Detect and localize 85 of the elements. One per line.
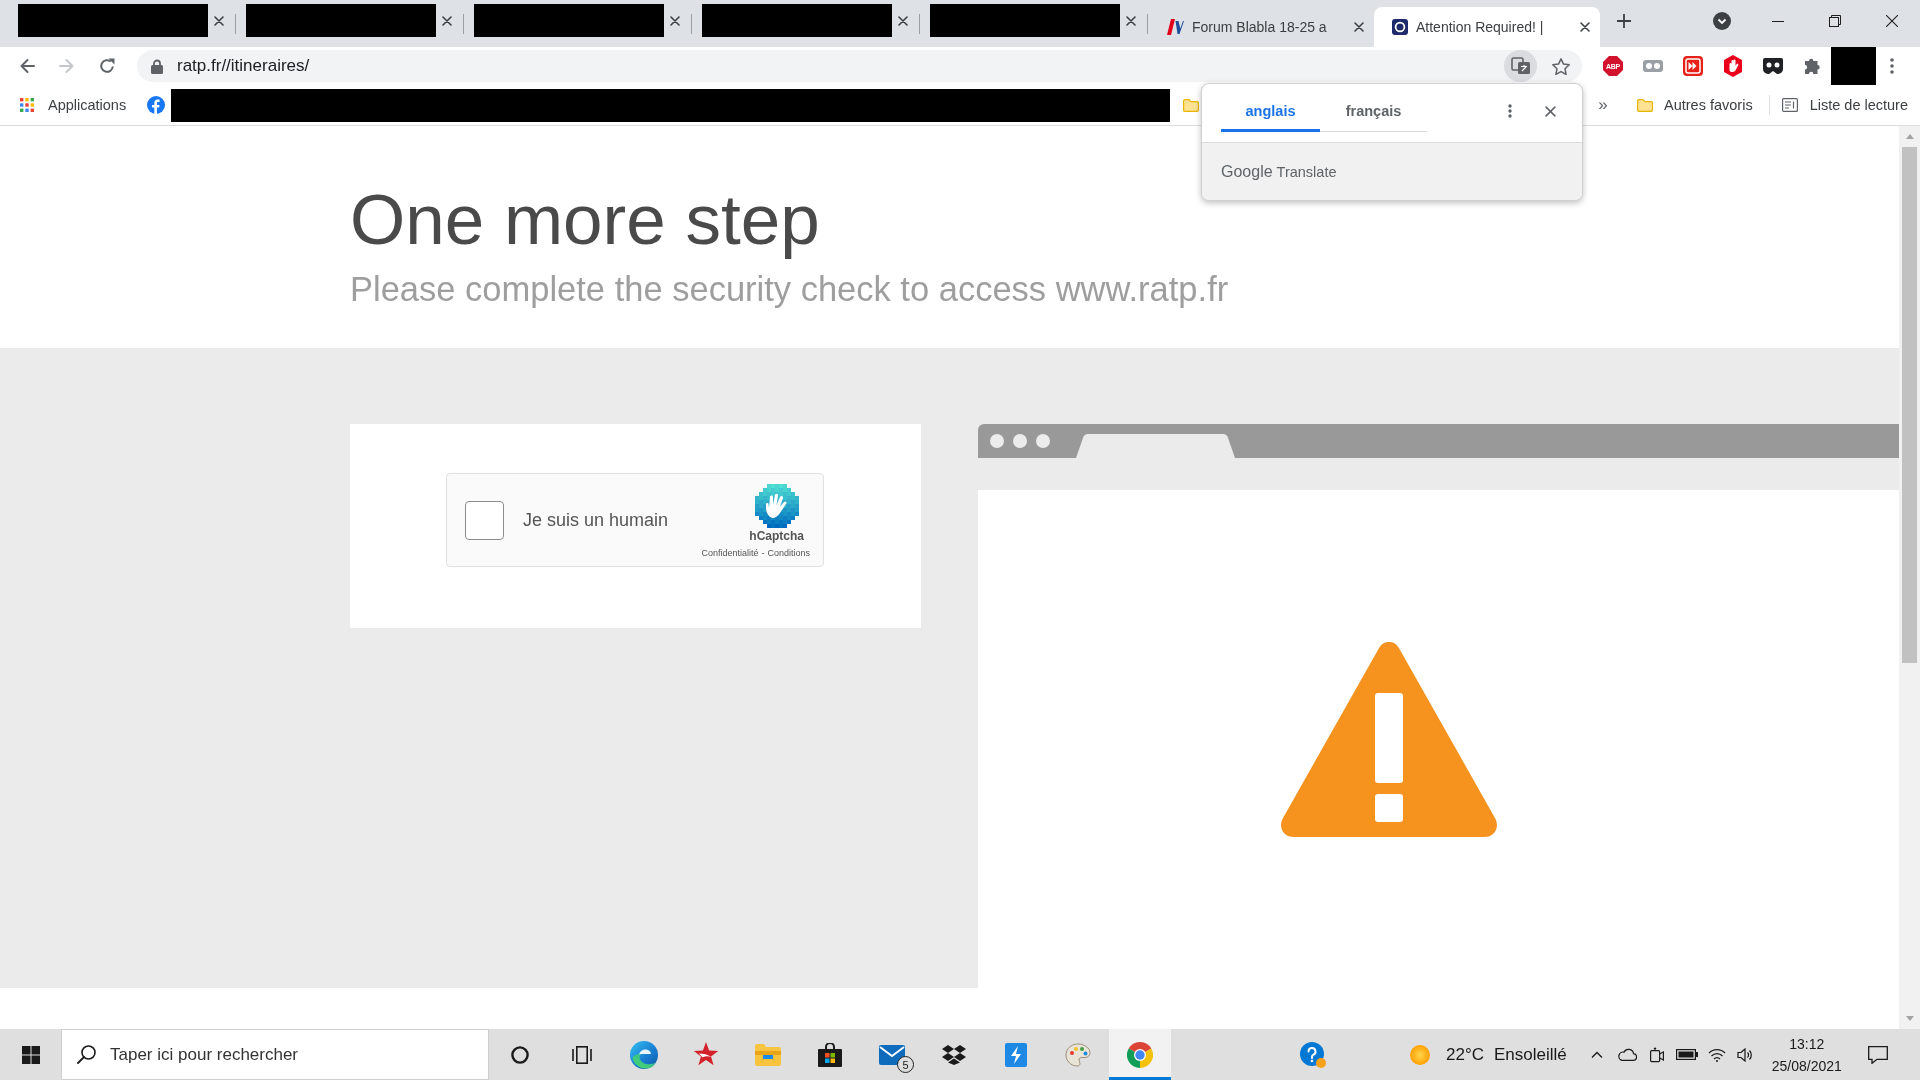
task-view-icon[interactable] [572, 1045, 592, 1064]
hand-extension-icon[interactable] [1724, 55, 1742, 77]
file-explorer-icon [755, 1043, 781, 1066]
minimize-icon[interactable] [1771, 20, 1784, 22]
clock-time[interactable]: 13:12 [1789, 1032, 1825, 1055]
language-tab[interactable]: français [1320, 84, 1427, 132]
notification-icon[interactable] [1867, 1045, 1888, 1064]
notification-badge: 5 [897, 1056, 914, 1073]
brand-label: Translate [1276, 163, 1337, 180]
captcha-checkbox[interactable] [465, 500, 504, 540]
page-subheading: Please complete the security check to access www.ratp.fr [350, 269, 1230, 310]
window-dot-icon [1036, 434, 1050, 448]
language-tab[interactable]: anglais [1221, 84, 1320, 132]
browser-tab[interactable]: Forum Blabla 18-25 a [1148, 7, 1374, 47]
search-field[interactable]: Taper ici pour rechercher [61, 1029, 489, 1080]
reading-list-button[interactable]: Liste de lecture [1781, 97, 1908, 113]
privacy-link[interactable]: Confidentialité [701, 547, 759, 559]
wifi-icon[interactable] [1707, 1047, 1726, 1062]
window-dot-icon [990, 434, 1004, 448]
new-tab-icon[interactable] [1617, 14, 1631, 28]
redaction-block [1831, 47, 1876, 85]
close-icon[interactable] [442, 15, 452, 26]
edge-icon [630, 1040, 658, 1069]
reading-list-icon [1781, 98, 1798, 112]
close-icon[interactable] [1885, 15, 1898, 27]
link-separator: - [761, 547, 765, 559]
dropbox-icon [942, 1044, 966, 1065]
show-hidden-icons-chevron-icon[interactable] [1590, 1051, 1603, 1058]
fast-forward-extension-icon[interactable] [1683, 56, 1703, 76]
glasses-extension-icon[interactable] [1643, 60, 1663, 72]
close-icon[interactable] [1126, 15, 1136, 26]
lightning-app-icon [1005, 1042, 1027, 1067]
site-logo-icon [1392, 19, 1408, 35]
mask-extension-icon[interactable] [1763, 58, 1783, 74]
search-icon [77, 1045, 96, 1064]
palette-icon [1065, 1042, 1091, 1067]
cloud-icon[interactable] [1616, 1048, 1637, 1061]
mail-icon [879, 1044, 905, 1065]
clock-date[interactable]: 25/08/2021 [1771, 1054, 1842, 1077]
apps-grid-icon [20, 98, 34, 112]
window-dot-icon [1013, 434, 1027, 448]
more-options-icon[interactable] [1508, 104, 1512, 118]
restore-icon[interactable] [1828, 15, 1841, 27]
folder-icon [1637, 98, 1653, 112]
site-logo-icon [1166, 19, 1184, 35]
bookmark-item[interactable]: Applications [20, 97, 127, 113]
translate-icon[interactable] [1504, 50, 1537, 82]
scrollbar-thumb[interactable] [1902, 147, 1917, 663]
tab-search-icon[interactable] [1713, 12, 1731, 30]
lock-icon[interactable] [151, 58, 163, 74]
close-icon[interactable] [1580, 22, 1590, 32]
ring-icon[interactable] [511, 1045, 529, 1064]
page-heading: One more step [350, 179, 821, 261]
reload-icon[interactable] [99, 58, 115, 74]
terms-link[interactable]: Conditions [767, 547, 810, 559]
address-field[interactable]: ratp.fr//itineraires/ [137, 50, 1582, 82]
close-icon[interactable] [214, 15, 224, 26]
hand-logo-icon [754, 484, 799, 528]
menu-icon[interactable] [1890, 58, 1894, 74]
browser-tab-icon [1076, 434, 1235, 458]
weather-temperature[interactable]: 22°C [1446, 1044, 1484, 1065]
battery-icon[interactable] [1675, 1049, 1698, 1060]
star-icon[interactable] [1552, 57, 1570, 75]
back-arrow-icon[interactable] [19, 58, 35, 74]
store-bag-icon [818, 1042, 842, 1067]
other-bookmarks-button[interactable]: Autres favoris [1637, 97, 1753, 113]
speaker-icon[interactable] [1736, 1047, 1753, 1062]
browser-tab[interactable]: Attention Required! | [1374, 7, 1600, 47]
bookmarks-overflow-button[interactable]: » [1593, 95, 1613, 115]
taskbar-app-button[interactable]: 5 [861, 1029, 923, 1080]
captcha-label: Je suis un humain [523, 509, 669, 531]
facebook-icon[interactable] [147, 96, 166, 114]
weather-condition[interactable]: Ensoleillé [1494, 1044, 1567, 1065]
brand-logo: Google [1221, 162, 1273, 181]
close-icon[interactable] [670, 15, 680, 26]
star-app-icon [693, 1042, 719, 1067]
captcha-brand: hCaptcha [749, 529, 804, 543]
camera-icon[interactable] [1649, 1046, 1664, 1063]
chrome-icon [1127, 1041, 1153, 1068]
puzzle-icon[interactable] [1804, 57, 1822, 75]
close-icon[interactable] [1544, 105, 1556, 117]
help-icon[interactable] [1300, 1041, 1326, 1068]
windows-logo-icon[interactable] [21, 1045, 40, 1064]
close-icon[interactable] [1354, 22, 1364, 32]
close-icon[interactable] [898, 15, 908, 26]
